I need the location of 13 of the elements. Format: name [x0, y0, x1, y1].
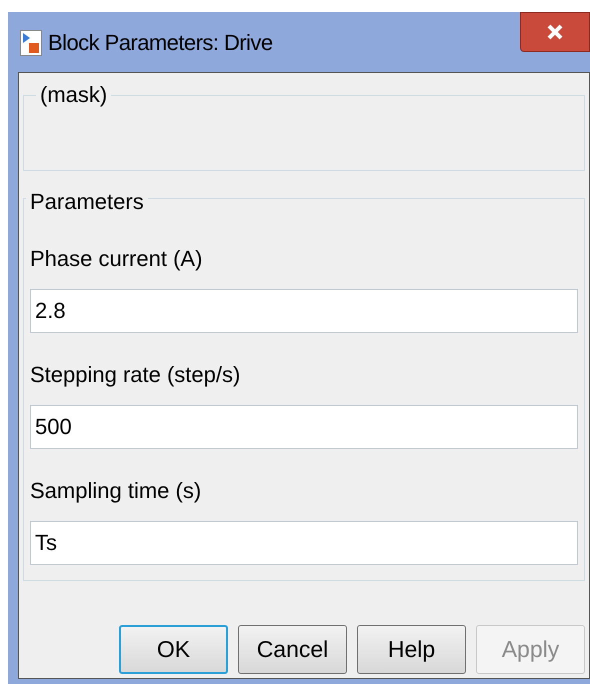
window-title: Block Parameters: Drive [48, 29, 273, 57]
block-icon [20, 30, 42, 56]
field-label: Phase current (A) [30, 244, 204, 272]
dialog-button[interactable]: Cancel [238, 625, 347, 674]
dialog-button[interactable]: OK [119, 625, 228, 674]
dialog-button[interactable]: Help [357, 625, 466, 674]
close-button[interactable] [520, 12, 590, 52]
input-field[interactable]: 500 [30, 405, 578, 449]
input-field[interactable]: 2.8 [30, 289, 578, 333]
field-label: Stepping rate (step/s) [30, 360, 242, 389]
input-field[interactable]: Ts [30, 521, 578, 565]
close-icon [546, 23, 564, 41]
field-label: Sampling time (s) [30, 476, 202, 505]
